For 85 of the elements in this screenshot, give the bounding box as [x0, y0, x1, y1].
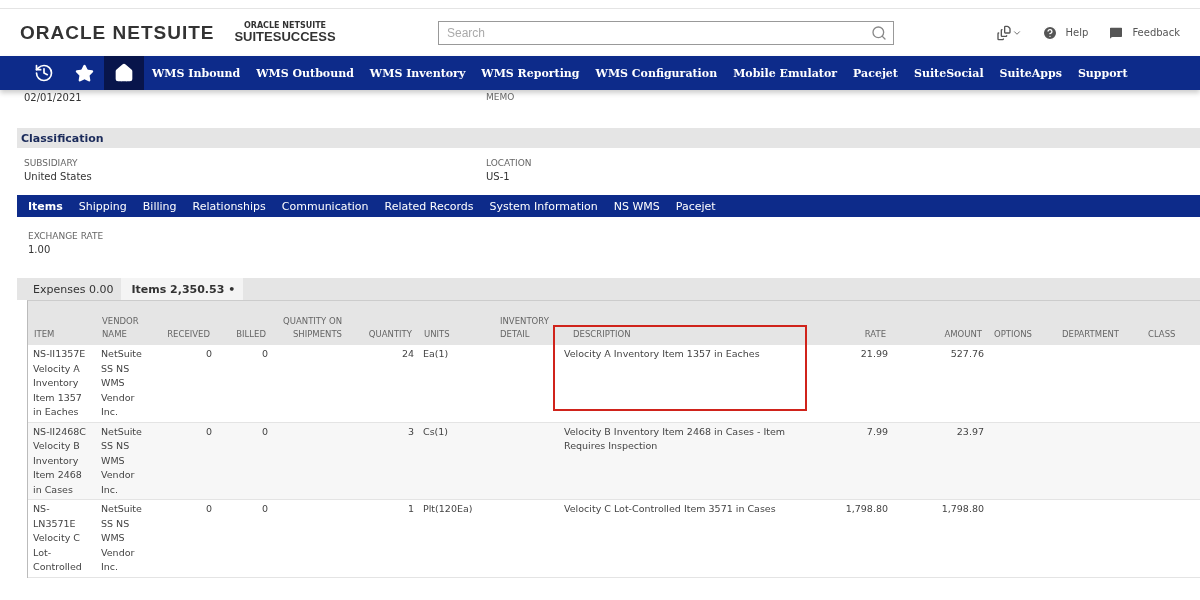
table-cell: 1,798.80 — [845, 503, 888, 514]
document-menu-icon[interactable] — [995, 24, 1022, 41]
nav-menu-item[interactable]: WMS Reporting — [473, 56, 588, 90]
help-link[interactable]: Help — [1041, 24, 1089, 41]
nav-menu-item[interactable]: Support — [1069, 56, 1136, 90]
home-icon[interactable] — [114, 63, 134, 83]
speech-bubble-icon[interactable] — [1108, 24, 1125, 41]
column-header: INVENTORY DETAIL — [500, 316, 549, 339]
column-header: DESCRIPTION — [573, 329, 631, 339]
nav-menu-item[interactable]: SuiteApps — [991, 56, 1070, 90]
tab[interactable]: Billing — [137, 199, 188, 213]
column-header: VENDOR NAME — [102, 316, 139, 339]
section-header: Classification — [17, 128, 1200, 148]
table-cell: 527.76 — [950, 348, 984, 359]
table-cell: 0 — [261, 503, 268, 514]
table-cell: Velocity A Inventory Item 1357 in Eaches — [564, 348, 760, 359]
tab[interactable]: Pacejet — [670, 199, 727, 213]
column-header: OPTIONS — [994, 329, 1032, 339]
table-cell: 0 — [205, 503, 212, 514]
recent-history-icon[interactable] — [34, 63, 54, 83]
subtab[interactable]: Items 2,350.53 • — [121, 278, 244, 300]
field-label: EXCHANGE RATE — [28, 231, 105, 243]
table-cell: 1 — [407, 503, 414, 514]
nav-menu-item[interactable]: WMS Inventory — [361, 56, 474, 90]
nav-menu-item[interactable]: SuiteSocial — [905, 56, 992, 90]
column-header: QUANTITY ON SHIPMENTS — [283, 316, 342, 339]
table-cell: 0 — [205, 425, 212, 437]
column-header: CLASS — [1148, 329, 1176, 339]
table-cell: 3 — [407, 425, 414, 437]
tab[interactable]: Relationships — [187, 199, 277, 213]
field-value: US-1 — [486, 171, 511, 184]
table-cell: NS-II1357E Velocity A Inventory Item 1357 in Eaches — [33, 348, 86, 417]
field-label: SUBSIDIARY — [24, 158, 79, 170]
table-cell: 0 — [261, 425, 268, 437]
suitesuccess-logo: SUITESUCCESS — [234, 30, 336, 43]
search-icon[interactable] — [871, 24, 887, 41]
brand-logo: ORACLE NETSUITE — [20, 21, 216, 44]
nav-menu-item[interactable]: WMS Outbound — [248, 56, 362, 90]
field-value: United States — [24, 171, 93, 184]
column-header: QUANTITY — [368, 329, 412, 339]
subtab[interactable]: Expenses 0.00 — [17, 278, 122, 300]
nav-menu-item[interactable]: WMS Inbound — [144, 56, 249, 90]
field-value: 02/01/2021 — [24, 92, 83, 105]
table-cell: Velocity C Lot-Controlled Item 3571 in Cases — [564, 503, 776, 514]
table-cell: 0 — [205, 348, 212, 359]
field-label: MEMO — [486, 92, 516, 104]
search-input[interactable]: Search — [445, 24, 871, 41]
column-header: RATE — [864, 329, 886, 339]
column-header: BILLED — [236, 329, 266, 339]
column-header: DEPARTMENT — [1062, 329, 1120, 339]
tab[interactable]: System Information — [484, 199, 609, 213]
table-cell: Velocity B Inventory Item 2468 in Cases - Item Requires Inspection — [564, 425, 786, 451]
table-cell: Plt(120Ea) — [423, 503, 473, 514]
table-cell: NS-LN3571E Velocity C Lot-Controlled — [33, 503, 82, 572]
table-cell: 23.97 — [956, 425, 984, 437]
table-cell: 24 — [401, 348, 414, 359]
table-cell: 0 — [261, 348, 268, 359]
table-cell: NetSuite SS NS WMS Vendor Inc. — [101, 348, 142, 417]
table-cell: 1,798.80 — [941, 503, 984, 514]
table-cell: NetSuite SS NS WMS Vendor Inc. — [101, 503, 142, 572]
tab[interactable]: Related Records — [379, 199, 485, 213]
table-cell: Cs(1) — [423, 425, 449, 437]
search-field[interactable]: Search — [438, 20, 894, 45]
column-header: AMOUNT — [944, 329, 982, 339]
table-cell: 21.99 — [860, 348, 888, 359]
column-header: UNITS — [424, 329, 450, 339]
tab[interactable]: Shipping — [73, 199, 138, 213]
nav-menu-item[interactable]: WMS Configuration — [587, 56, 726, 90]
sublogo-caption: ORACLE NETSUITE — [243, 22, 327, 30]
field-label: LOCATION — [486, 158, 533, 170]
help-icon[interactable] — [1041, 24, 1058, 41]
feedback-link[interactable]: Feedback — [1108, 24, 1180, 41]
nav-menu-item[interactable]: Mobile Emulator — [725, 56, 846, 90]
field-value: 1.00 — [28, 244, 52, 257]
nav-menu-item[interactable]: Pacejet — [845, 56, 906, 90]
column-header: ITEM — [34, 329, 55, 339]
table-cell: NetSuite SS NS WMS Vendor Inc. — [101, 425, 142, 495]
tab[interactable]: Communication — [276, 199, 380, 213]
column-header: RECEIVED — [167, 329, 210, 339]
tab[interactable]: Items — [23, 199, 74, 213]
table-cell: NS-II2468C Velocity B Inventory Item 2468 in Cases — [33, 425, 86, 495]
table-cell: 7.99 — [866, 425, 888, 437]
star-icon[interactable] — [74, 63, 94, 83]
tab[interactable]: NS WMS — [608, 199, 671, 213]
table-cell: Ea(1) — [423, 348, 449, 359]
